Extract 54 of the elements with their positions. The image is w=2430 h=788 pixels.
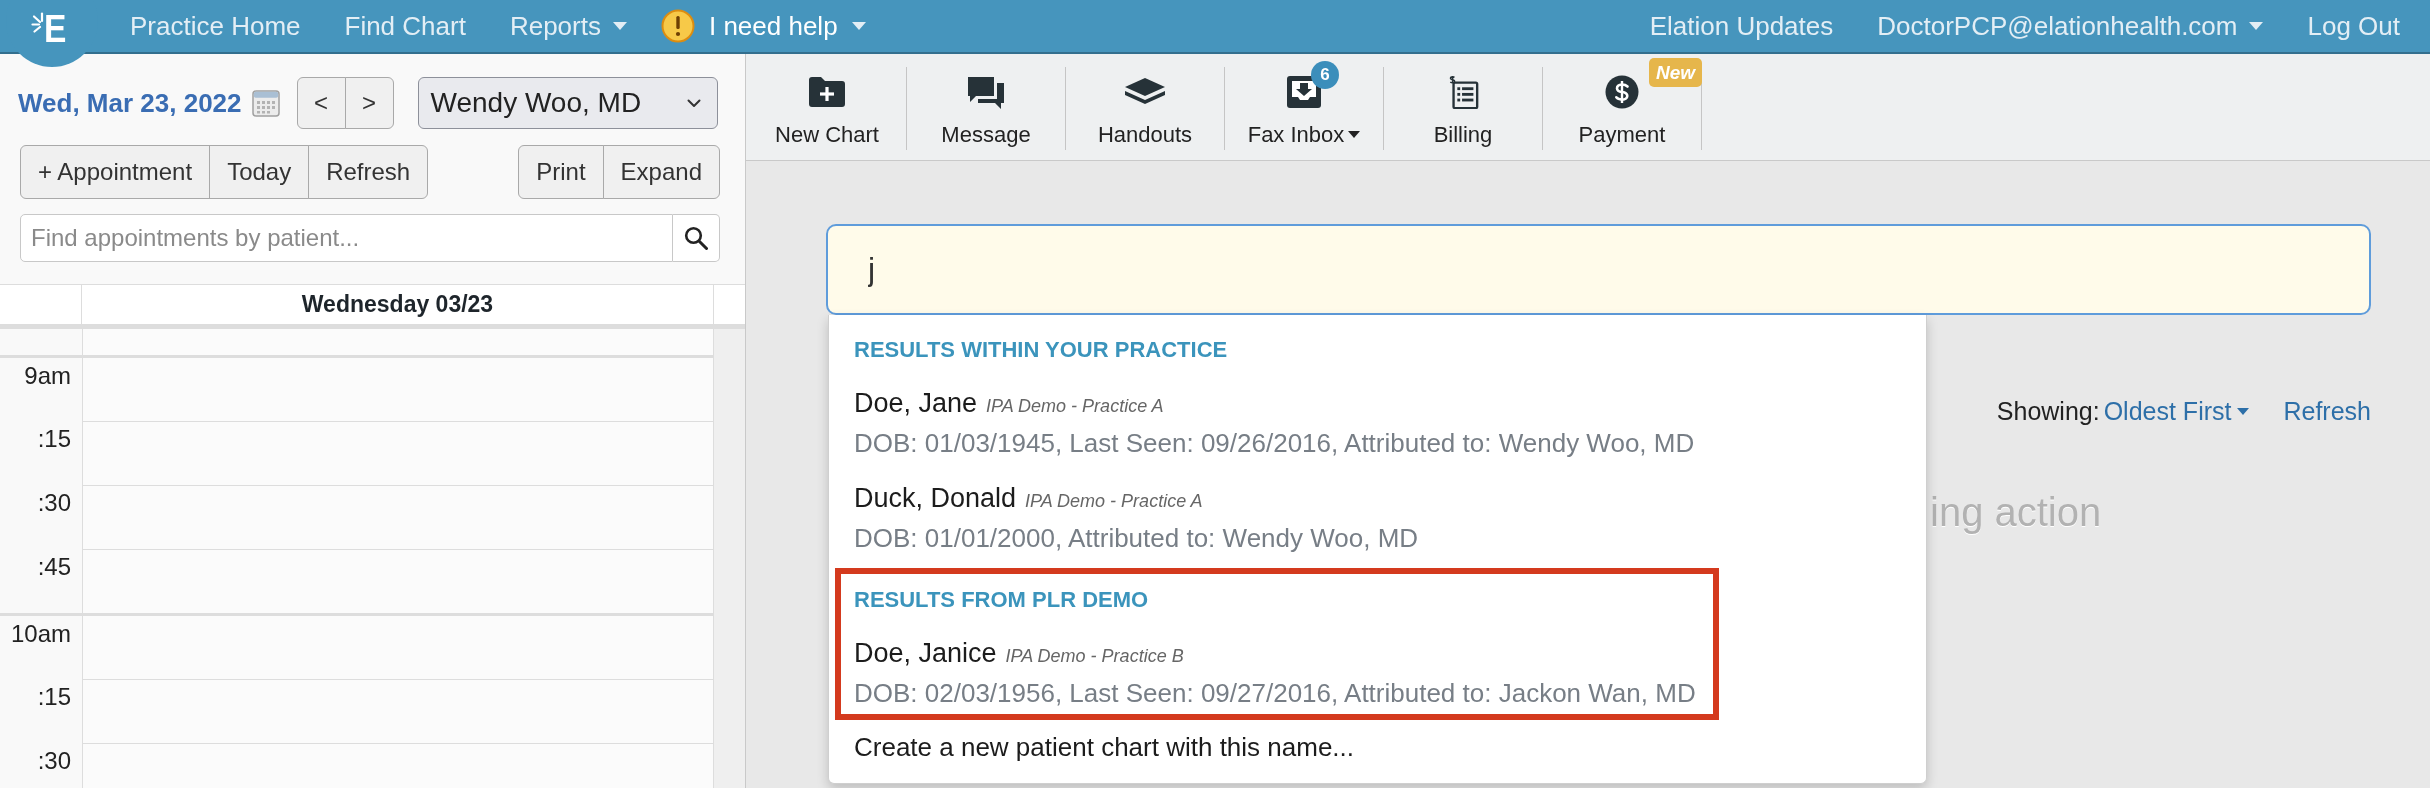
- time-label: :45: [37, 553, 71, 580]
- time-label: 9am: [24, 362, 71, 389]
- time-label: 10am: [10, 620, 71, 647]
- practice-tag: IPA Demo - Practice A: [986, 389, 1164, 423]
- patient-details: DOB: 01/01/2000, Attributed to: Wendy Woo, MD: [854, 522, 1420, 555]
- previous-day-button[interactable]: <: [296, 77, 346, 129]
- inbox-icon: [1286, 75, 1322, 109]
- handouts-button[interactable]: Handouts: [1066, 54, 1224, 160]
- caret-icon: [2249, 22, 2264, 30]
- patient-name[interactable]: Doe, Janice: [854, 636, 997, 670]
- next-day-button[interactable]: >: [344, 77, 394, 129]
- new-chart-button[interactable]: New Chart: [748, 54, 906, 160]
- time-label: :30: [37, 489, 71, 516]
- today-button[interactable]: Today: [209, 145, 310, 199]
- dollar-coin-icon: [1605, 75, 1639, 109]
- caret-icon: [851, 22, 866, 30]
- search-button[interactable]: [673, 214, 720, 262]
- sort-label: Showing:: [1996, 396, 2100, 427]
- create-chart-option[interactable]: Create a new patient chart with this name...: [829, 730, 1926, 764]
- patient-name[interactable]: Doe, Jane: [854, 386, 978, 420]
- group-heading: RESULTS FROM PLR DEMO: [854, 586, 1150, 614]
- warning-icon: [660, 9, 695, 43]
- folder-plus-icon: [807, 75, 847, 109]
- time-label: :30: [37, 747, 71, 774]
- time-label: :15: [37, 683, 71, 710]
- patient-details: DOB: 02/03/1956, Last Seen: 09/27/2016, Attributed to: Jackon Wan, MD: [854, 677, 1696, 710]
- schedule-date[interactable]: Wed, Mar 23, 2022: [18, 87, 242, 119]
- expand-button[interactable]: Expand: [602, 145, 720, 199]
- appointment-search-field[interactable]: Find appointments by patient...: [20, 214, 673, 262]
- caret-icon: [2237, 407, 2250, 415]
- group-heading: RESULTS WITHIN YOUR PRACTICE: [854, 336, 1229, 364]
- chevron-icon: [686, 98, 701, 108]
- logo-letter: E: [44, 11, 66, 47]
- billing-button[interactable]: Billing: [1384, 54, 1542, 160]
- patient-search-field[interactable]: j: [826, 224, 2371, 315]
- caret-icon: [612, 22, 627, 30]
- chat-bubbles-icon: [966, 75, 1006, 109]
- refresh-link[interactable]: Refresh: [2283, 394, 2371, 428]
- patient-details: DOB: 01/03/1945, Last Seen: 09/26/2016, Attributed to: Wendy Woo, MD: [854, 427, 1695, 460]
- time-label: :15: [37, 425, 71, 452]
- new-badge: New: [1649, 58, 1703, 87]
- message-button[interactable]: Message: [907, 54, 1065, 160]
- count-badge: 6: [1311, 61, 1339, 89]
- practice-tag: IPA Demo - Practice B: [1005, 639, 1184, 673]
- sort-dropdown[interactable]: Oldest First: [2103, 394, 2250, 428]
- practice-tag: IPA Demo - Practice A: [1025, 484, 1203, 518]
- print-button[interactable]: Print: [518, 145, 604, 199]
- patient-name[interactable]: Duck, Donald: [854, 481, 1017, 515]
- provider-select[interactable]: Wendy Woo, MD: [417, 77, 718, 129]
- sparkle-icon: [31, 12, 45, 33]
- search-icon: [684, 226, 708, 250]
- day-header: Wednesday 03/23: [301, 291, 494, 318]
- add-appointment-button[interactable]: + Appointment: [20, 145, 211, 199]
- refresh-button[interactable]: Refresh: [308, 145, 429, 199]
